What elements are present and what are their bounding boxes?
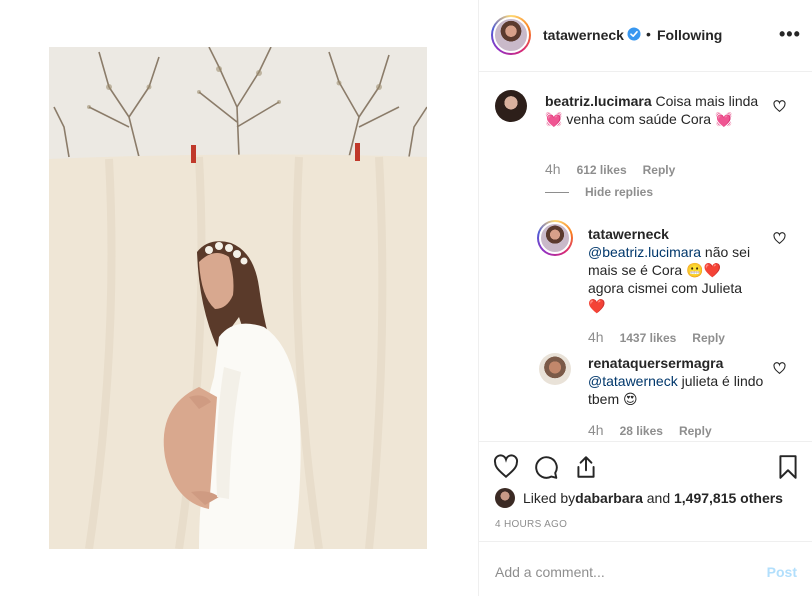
- reply-like-heart-icon[interactable]: [773, 362, 786, 375]
- comment-likes[interactable]: 612 likes: [577, 163, 627, 177]
- post-side-panel: tatawerneck • Following ••• beatriz.luci…: [478, 0, 812, 596]
- photo-pane: [0, 0, 478, 596]
- bookmark-icon[interactable]: [775, 454, 801, 480]
- hide-replies-line: [545, 191, 569, 193]
- comment-like-heart-icon[interactable]: [773, 100, 786, 113]
- author-username[interactable]: tatawerneck: [543, 27, 624, 43]
- post-photo[interactable]: [49, 47, 427, 549]
- reply-author-avatar[interactable]: [539, 353, 571, 385]
- comments-list: beatriz.lucimara Coisa mais linda 💓 venh…: [479, 73, 812, 441]
- heart-icon[interactable]: [493, 454, 519, 480]
- post-timestamp[interactable]: 4 HOURS AGO: [495, 519, 567, 530]
- liked-by-count[interactable]: 1,497,815 others: [674, 490, 783, 506]
- add-comment-input[interactable]: Add a comment...: [495, 564, 605, 580]
- liked-by-connector: and: [642, 490, 674, 506]
- instagram-post-view: tatawerneck • Following ••• beatriz.luci…: [0, 0, 812, 596]
- reply-mention[interactable]: @tatawerneck: [588, 373, 678, 389]
- hide-replies-button[interactable]: Hide replies: [545, 185, 653, 199]
- reply-likes[interactable]: 1437 likes: [620, 331, 677, 345]
- author-avatar[interactable]: [491, 15, 531, 55]
- reply-reply-button[interactable]: Reply: [679, 424, 712, 438]
- reply-meta: 4h 28 likes Reply: [588, 422, 712, 438]
- reply-likes[interactable]: 28 likes: [620, 424, 663, 438]
- comment-reply-button[interactable]: Reply: [643, 163, 676, 177]
- commenter-avatar[interactable]: [495, 90, 527, 122]
- header-separator: •: [646, 26, 651, 42]
- reply-mention[interactable]: @beatriz.lucimara: [588, 244, 701, 260]
- comment-body: beatriz.lucimara Coisa mais linda 💓 venh…: [545, 92, 765, 128]
- verified-badge-icon: [627, 27, 641, 41]
- reply-time[interactable]: 4h: [588, 422, 604, 438]
- comment-time[interactable]: 4h: [545, 161, 561, 177]
- comment-meta: 4h 612 likes Reply: [545, 161, 675, 177]
- post-comment-button[interactable]: Post: [767, 564, 797, 580]
- more-icon[interactable]: •••: [779, 24, 801, 45]
- post-header: tatawerneck • Following •••: [479, 0, 812, 72]
- reply-body: tatawerneck @beatriz.lucimara não sei ma…: [588, 225, 760, 315]
- reply-body: renataquersermagra @tatawerneck julieta …: [588, 354, 768, 408]
- reply-username[interactable]: tatawerneck: [588, 226, 669, 242]
- reply-username[interactable]: renataquersermagra: [588, 355, 723, 371]
- reply-time[interactable]: 4h: [588, 329, 604, 345]
- following-button[interactable]: Following: [657, 27, 722, 43]
- comment-icon[interactable]: [533, 454, 559, 480]
- reply-reply-button[interactable]: Reply: [692, 331, 725, 345]
- reply-meta: 4h 1437 likes Reply: [588, 329, 725, 345]
- reply-like-heart-icon[interactable]: [773, 232, 786, 245]
- liked-by-avatar[interactable]: [495, 488, 515, 508]
- liked-by-prefix: Liked by: [523, 490, 576, 506]
- add-comment-bar: Add a comment... Post: [479, 541, 812, 596]
- liked-by-user[interactable]: dabarbara: [575, 490, 643, 506]
- liked-by-line: Liked by dabarbara and 1,497,815 others: [495, 488, 783, 508]
- hide-replies-label: Hide replies: [585, 185, 654, 199]
- share-icon[interactable]: [573, 454, 599, 480]
- reply-author-avatar[interactable]: [537, 220, 573, 256]
- comment-username[interactable]: beatriz.lucimara: [545, 93, 652, 109]
